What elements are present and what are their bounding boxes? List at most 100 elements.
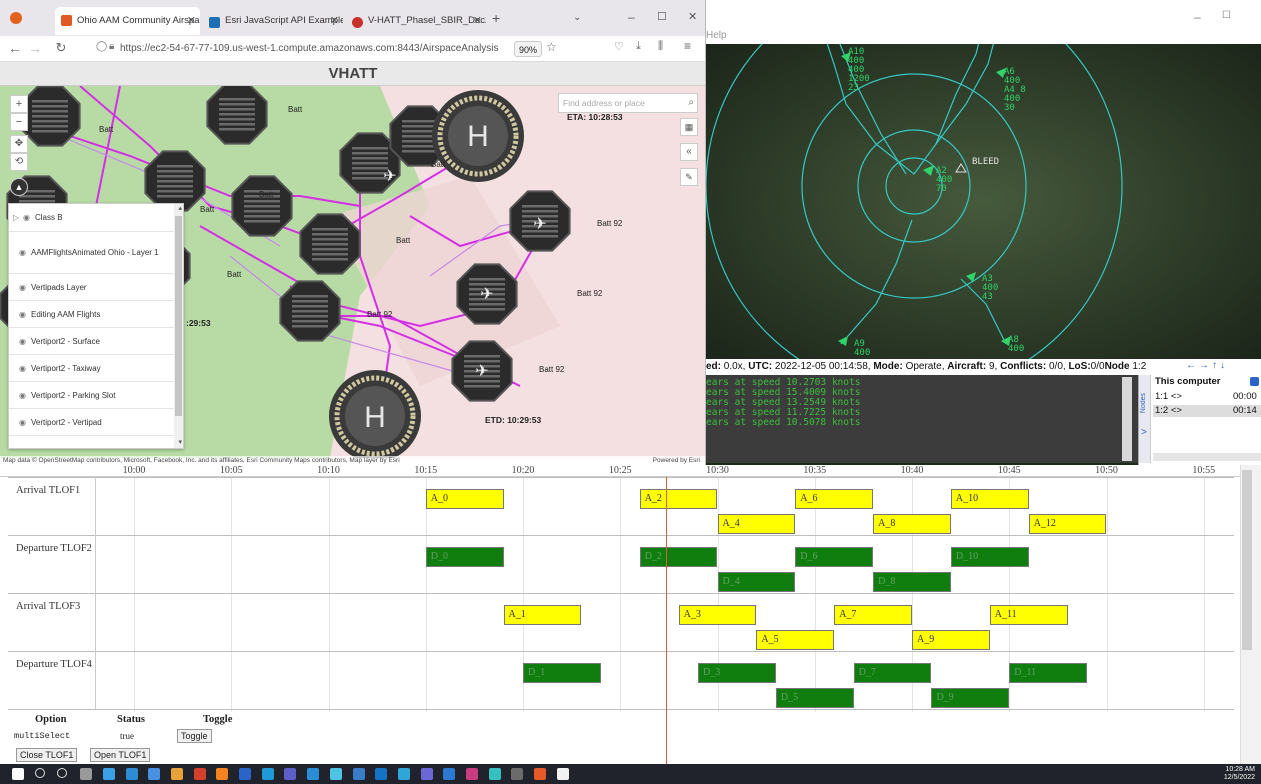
schedule-bar-a-6[interactable]: A_6 [795, 489, 874, 509]
hamburger-menu-icon[interactable]: ≡ [684, 39, 691, 53]
firefox-menu-icon[interactable] [10, 12, 22, 24]
schedule-bar-d-9[interactable]: D_9 [931, 688, 1010, 708]
open-tlof1-button[interactable]: Open TLOF1 [90, 748, 151, 762]
shield-icon[interactable]: ◯ [96, 41, 107, 52]
maximize-icon[interactable]: ☐ [1222, 10, 1231, 21]
back-arrow-icon[interactable]: ← [6, 40, 24, 56]
todo-icon[interactable] [239, 768, 251, 780]
aircraft-tag-a10[interactable]: A10 400 400 1200 23 [848, 48, 870, 93]
schedule-bar-a-5[interactable]: A_5 [756, 630, 835, 650]
layer-item-vertipad[interactable]: ◉ Vertiport2 - Vertipad [9, 409, 175, 436]
library-icon[interactable]: ⫼ [658, 40, 663, 53]
app-icon[interactable] [443, 768, 456, 780]
app-icon[interactable] [534, 768, 547, 780]
node-row-name[interactable]: 1:2 <> [1155, 405, 1182, 416]
layer-item-class-b[interactable]: ▷ ◉ Class B [9, 204, 175, 232]
layer-item-parking-slot[interactable]: ◉ Vertiport2 - Parking Slot [9, 382, 175, 409]
bookmark-star-icon[interactable]: ☆ [546, 40, 557, 54]
pan-icon[interactable]: ✥ [10, 135, 28, 153]
tab-esri-examples[interactable]: Esri JavaScript API Examples: 1 ✕ [203, 9, 343, 33]
close-tab-icon[interactable]: ✕ [187, 7, 196, 35]
console-scrollbar[interactable] [1122, 377, 1132, 461]
office-icon[interactable] [193, 768, 206, 780]
forward-arrow-icon[interactable]: → [26, 40, 44, 56]
schedule-bar-d-2[interactable]: D_2 [639, 547, 718, 567]
eye-icon[interactable]: ◉ [19, 364, 26, 373]
minimize-icon[interactable]: – [628, 10, 635, 24]
nodes-side-tab[interactable]: Nodes > [1139, 375, 1151, 463]
scroll-up-icon[interactable]: ▴ [178, 204, 182, 212]
store-icon[interactable] [125, 768, 138, 780]
photos-icon[interactable] [329, 768, 342, 780]
basemap-gallery-icon[interactable]: ▦ [680, 118, 698, 136]
schedule-bar-d-5[interactable]: D_5 [775, 688, 854, 708]
widgets-icon[interactable] [80, 768, 93, 780]
schedule-bar-d-7[interactable]: D_7 [853, 663, 932, 683]
aircraft-tag-a8[interactable]: A8 400 [1008, 336, 1024, 354]
collapse-panel-icon[interactable]: « [680, 143, 698, 161]
radar-canvas[interactable] [706, 44, 1261, 359]
schedule-bar-d-4[interactable]: D_4 [717, 572, 796, 592]
aircraft-icon[interactable]: ✈ [383, 168, 396, 185]
compass-icon[interactable]: ▲ [10, 178, 28, 196]
layer-item-surface[interactable]: ◉ Vertiport2 - Surface [9, 328, 175, 355]
eye-icon[interactable]: ◉ [19, 248, 26, 257]
toggle-button[interactable]: Toggle [177, 729, 212, 743]
scroll-down-icon[interactable]: ▾ [178, 438, 182, 446]
outlook-icon[interactable] [375, 768, 388, 780]
edit-pencil-icon[interactable]: ✎ [680, 168, 698, 186]
schedule-bar-a-2[interactable]: A_2 [639, 489, 718, 509]
schedule-bar-d-1[interactable]: D_1 [523, 663, 601, 683]
zoom-out-button[interactable]: − [10, 113, 28, 131]
edge-icon[interactable] [102, 768, 115, 780]
eye-icon[interactable]: ◉ [19, 391, 26, 400]
radar-scope[interactable] [706, 44, 1261, 359]
schedule-bar-d-8[interactable]: D_8 [873, 572, 951, 592]
aircraft-icon[interactable]: ✈ [533, 216, 546, 233]
schedule-bar-a-8[interactable]: A_8 [873, 514, 951, 534]
expand-triangle-icon[interactable]: ▷ [13, 213, 19, 222]
address-search-input[interactable]: Find address or place ⌕ [558, 93, 698, 113]
url-field[interactable]: https://ec2-54-67-77-109.us-west-1.compu… [120, 39, 540, 59]
aircraft-tag-a2[interactable]: A2 400 70 [936, 167, 952, 194]
download-icon[interactable]: ⤓ [636, 40, 641, 53]
aircraft-tag-a6[interactable]: A6 400 A4 8 400 30 [1004, 68, 1026, 113]
close-tab-icon[interactable]: ✕ [330, 9, 339, 33]
layer-item-aam-flights[interactable]: ◉ AAMFlightsAnimated Ohio - Layer 1 [9, 232, 175, 274]
eye-icon[interactable]: ◉ [19, 337, 26, 346]
lock-icon[interactable]: 🔒︎ [109, 41, 114, 52]
firefox-icon[interactable] [216, 768, 229, 780]
new-tab-icon[interactable]: + [492, 10, 500, 26]
eye-icon[interactable]: ◉ [19, 283, 26, 292]
search-icon[interactable]: ⌕ [688, 94, 694, 112]
vscode-icon[interactable] [284, 768, 297, 780]
reload-icon[interactable]: ↻ [52, 40, 70, 56]
close-tlof1-button[interactable]: Close TLOF1 [16, 748, 78, 762]
expand-arrow-icon[interactable]: > [1141, 427, 1147, 438]
tab-vhatt-pdf[interactable]: V-HATT_Phasel_SBIR_Dec2022.p ✕ [346, 9, 486, 33]
node-row-name[interactable]: 1:1 <> [1155, 391, 1182, 402]
schedule-bar-d-11[interactable]: D_11 [1009, 663, 1088, 683]
app-icon[interactable] [307, 768, 320, 780]
schedule-bar-d-10[interactable]: D_10 [950, 547, 1029, 567]
aircraft-icon[interactable]: ✈ [480, 286, 493, 303]
schedule-bar-a-12[interactable]: A_12 [1028, 514, 1107, 534]
nodes-hscrollbar[interactable] [1153, 453, 1261, 461]
tab-list-chevron-icon[interactable]: ⌄ [573, 12, 581, 23]
onenote-icon[interactable] [352, 768, 365, 780]
schedule-bar-a-0[interactable]: A_0 [425, 489, 504, 509]
zoom-in-button[interactable]: + [10, 95, 28, 113]
node-nav-arrows-icon[interactable]: ←→↑↓ [1186, 360, 1228, 371]
eye-icon[interactable]: ◉ [19, 418, 26, 427]
powered-by-esri[interactable]: Powered by Esri [653, 456, 700, 465]
layer-item-taxiway[interactable]: ◉ Vertiport2 - Taxiway [9, 355, 175, 382]
app-icon[interactable] [397, 768, 410, 780]
aircraft-tag-a3[interactable]: A3 400 43 [982, 275, 998, 302]
schedule-bar-a-1[interactable]: A_1 [503, 605, 582, 625]
schedule-bar-a-11[interactable]: A_11 [989, 605, 1068, 625]
schedule-bar-a-9[interactable]: A_9 [912, 630, 990, 650]
layer-item-editing-flights[interactable]: ◉ Editing AAM Flights [9, 301, 175, 328]
powerpoint-icon[interactable] [466, 768, 478, 780]
close-window-icon[interactable]: ✕ [688, 10, 697, 23]
app-icon[interactable] [488, 768, 501, 780]
